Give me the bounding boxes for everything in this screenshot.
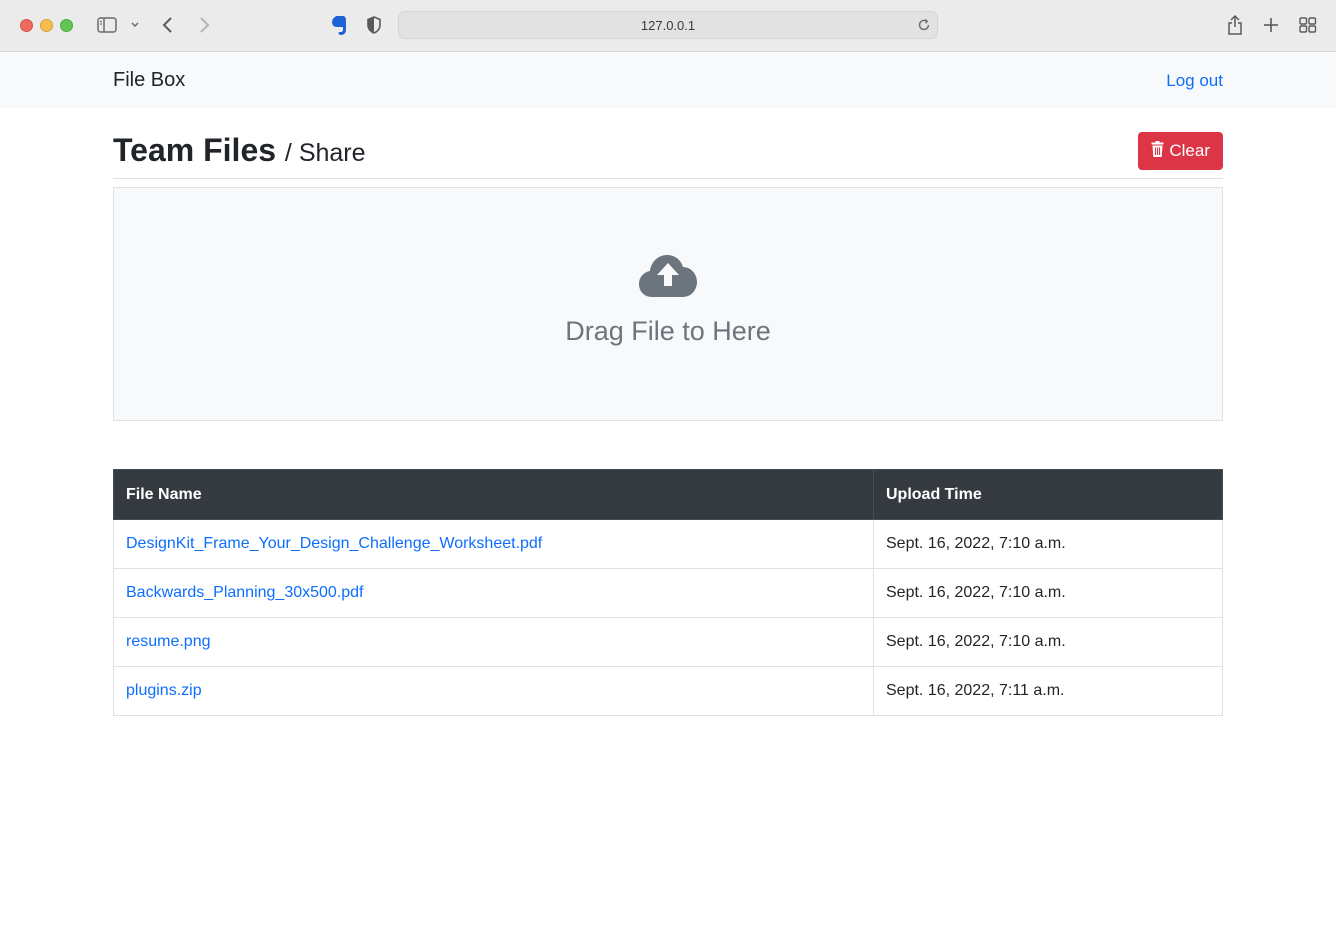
file-name-cell: DesignKit_Frame_Your_Design_Challenge_Wo… bbox=[113, 519, 874, 569]
file-link[interactable]: plugins.zip bbox=[126, 682, 202, 699]
chevron-down-icon[interactable] bbox=[130, 21, 140, 29]
upload-time-cell: Sept. 16, 2022, 7:10 a.m. bbox=[873, 519, 1223, 569]
forward-icon[interactable] bbox=[197, 16, 211, 34]
reload-icon[interactable] bbox=[917, 18, 931, 32]
column-header-file-name: File Name bbox=[113, 469, 874, 520]
browser-toolbar: 127.0.0.1 bbox=[0, 0, 1336, 52]
navbar: File Box Log out bbox=[0, 53, 1336, 108]
clear-button[interactable]: Clear bbox=[1138, 132, 1223, 170]
new-tab-icon[interactable] bbox=[1263, 17, 1279, 33]
minimize-window-button[interactable] bbox=[40, 19, 53, 32]
drop-zone-label: Drag File to Here bbox=[565, 316, 771, 346]
table-header-row: File Name Upload Time bbox=[113, 469, 1223, 520]
clear-button-label: Clear bbox=[1169, 141, 1210, 160]
file-name-cell: plugins.zip bbox=[113, 666, 874, 716]
cloud-upload-icon bbox=[638, 254, 698, 303]
trash-icon bbox=[1151, 140, 1164, 162]
page-title-text: Team Files bbox=[113, 132, 277, 168]
upload-time-cell: Sept. 16, 2022, 7:11 a.m. bbox=[873, 666, 1223, 716]
file-name-cell: Backwards_Planning_30x500.pdf bbox=[113, 568, 874, 618]
upload-time-cell: Sept. 16, 2022, 7:10 a.m. bbox=[873, 617, 1223, 667]
brand-link[interactable]: File Box bbox=[113, 69, 185, 92]
file-link[interactable]: resume.png bbox=[126, 633, 211, 650]
table-row: resume.png Sept. 16, 2022, 7:10 a.m. bbox=[113, 617, 1223, 667]
page-title: Team Files / Share bbox=[113, 132, 366, 169]
page-header: Team Files / Share Clear bbox=[113, 132, 1223, 179]
column-header-upload-time: Upload Time bbox=[873, 469, 1223, 520]
url-text: 127.0.0.1 bbox=[640, 17, 696, 33]
shield-icon[interactable] bbox=[366, 16, 382, 34]
file-link[interactable]: DesignKit_Frame_Your_Design_Challenge_Wo… bbox=[126, 535, 542, 552]
address-bar[interactable]: 127.0.0.1 bbox=[398, 11, 938, 39]
sidebar-icon[interactable] bbox=[97, 16, 117, 34]
share-icon[interactable] bbox=[1226, 14, 1244, 36]
file-link[interactable]: Backwards_Planning_30x500.pdf bbox=[126, 584, 364, 601]
table-row: plugins.zip Sept. 16, 2022, 7:11 a.m. bbox=[113, 666, 1223, 716]
file-name-cell: resume.png bbox=[113, 617, 874, 667]
page-subtitle: / Share bbox=[284, 139, 366, 167]
tab-overview-icon[interactable] bbox=[1299, 17, 1317, 33]
logout-link[interactable]: Log out bbox=[1166, 71, 1223, 91]
evernote-icon[interactable] bbox=[329, 15, 348, 36]
zoom-window-button[interactable] bbox=[60, 19, 73, 32]
file-drop-zone[interactable]: Drag File to Here bbox=[113, 187, 1223, 421]
upload-time-cell: Sept. 16, 2022, 7:10 a.m. bbox=[873, 568, 1223, 618]
back-icon[interactable] bbox=[161, 16, 175, 34]
close-window-button[interactable] bbox=[20, 19, 33, 32]
table-row: DesignKit_Frame_Your_Design_Challenge_Wo… bbox=[113, 519, 1223, 569]
files-table: File Name Upload Time DesignKit_Frame_Yo… bbox=[113, 469, 1223, 716]
table-row: Backwards_Planning_30x500.pdf Sept. 16, … bbox=[113, 568, 1223, 618]
